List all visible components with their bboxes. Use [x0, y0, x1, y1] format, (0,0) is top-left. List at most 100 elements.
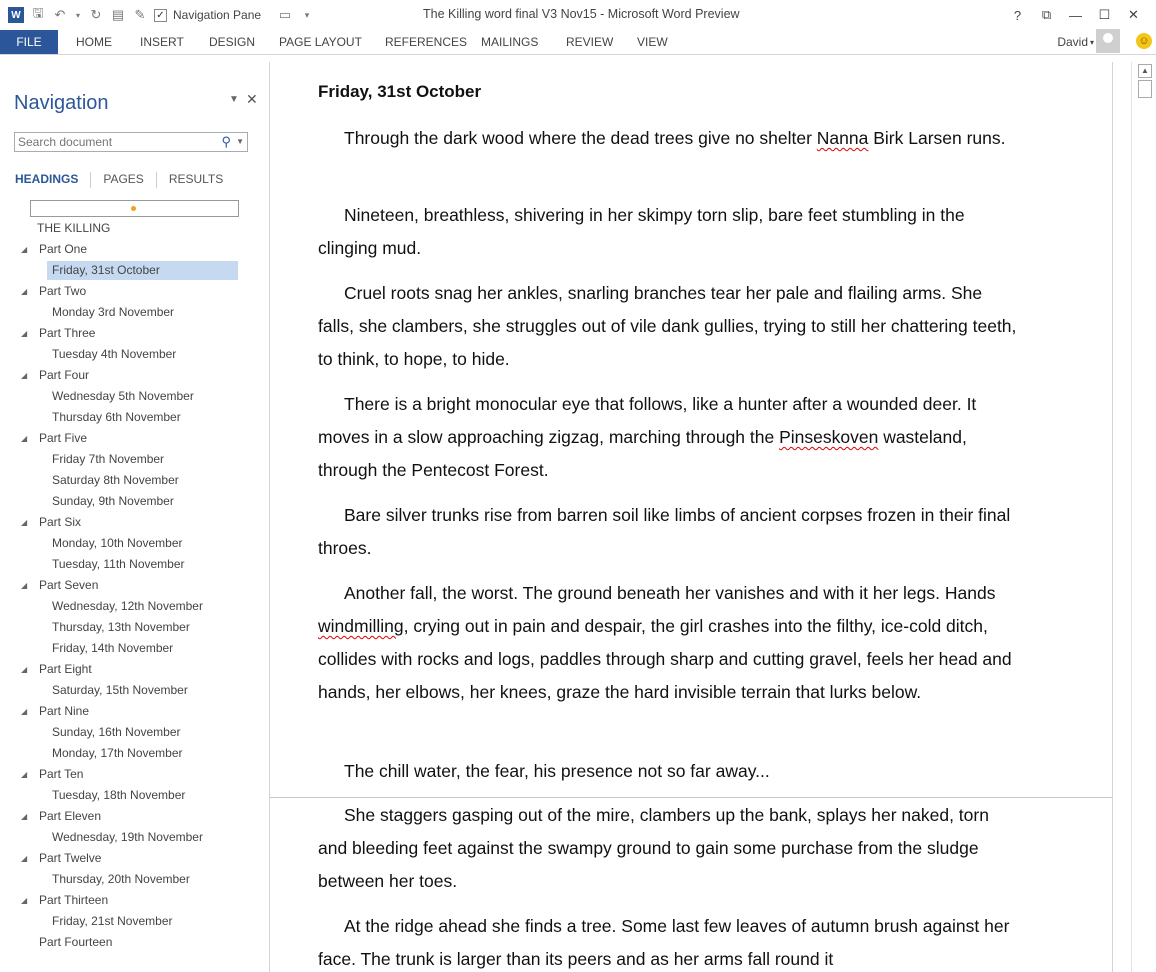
heading-date[interactable]: Monday, 17th November [52, 744, 183, 763]
tab-pages[interactable]: PAGES [103, 172, 143, 188]
minimize-button[interactable]: — [1061, 4, 1090, 26]
save-icon[interactable]: 🖫 [30, 5, 46, 23]
maximize-button[interactable]: ☐ [1090, 4, 1119, 26]
layout-icon[interactable]: ▭ [277, 7, 293, 23]
expand-triangle-icon[interactable]: ◢ [21, 702, 27, 721]
expand-triangle-icon[interactable]: ◢ [21, 807, 27, 826]
heading-date[interactable]: Friday 7th November [52, 450, 164, 469]
search-icon[interactable]: ⚲ [221, 134, 231, 150]
heading-date[interactable]: Friday, 21st November [52, 912, 173, 931]
heading-date[interactable]: Tuesday, 18th November [52, 786, 185, 805]
tab-references[interactable]: REFERENCES [385, 35, 467, 49]
tab-headings[interactable]: HEADINGS [15, 172, 78, 188]
heading-date[interactable]: Wednesday 5th November [52, 387, 194, 406]
close-icon[interactable]: ✕ [246, 91, 258, 108]
expand-triangle-icon[interactable]: ◢ [21, 891, 27, 910]
search-options-chevron-down-icon[interactable]: ▼ [236, 137, 244, 146]
page-icon[interactable]: ▤ [110, 7, 126, 23]
paragraph[interactable]: Another fall, the worst. The ground bene… [318, 577, 1018, 709]
nav-pane-checkbox[interactable]: ✓ [154, 8, 167, 22]
heading-part[interactable]: ◢ Part Five [21, 429, 87, 448]
misspelled-word[interactable]: Pinseskoven [779, 427, 878, 447]
tab-file[interactable]: FILE [0, 30, 58, 54]
heading-part[interactable]: ◢ Part Ten [21, 765, 83, 784]
heading-date[interactable]: Saturday, 15th November [52, 681, 188, 700]
heading-date[interactable]: Sunday, 16th November [52, 723, 181, 742]
expand-triangle-icon[interactable]: ◢ [21, 513, 27, 532]
close-button[interactable]: ✕ [1119, 4, 1148, 26]
heading-part[interactable]: ◢ Part Seven [21, 576, 98, 595]
tab-page-layout[interactable]: PAGE LAYOUT [279, 35, 362, 49]
heading-date[interactable]: Tuesday 4th November [52, 345, 176, 364]
expand-triangle-icon[interactable]: ◢ [21, 324, 27, 343]
heading-date[interactable]: Friday, 31st October [47, 261, 238, 280]
redo-icon[interactable]: ↻ [88, 7, 104, 23]
document-area[interactable]: Friday, 31st October Through the dark wo… [270, 62, 1112, 972]
tab-design[interactable]: DESIGN [209, 35, 255, 49]
paragraph[interactable]: She staggers gasping out of the mire, cl… [318, 799, 1018, 898]
heading-part[interactable]: ◢ Part Eight [21, 660, 92, 679]
heading-part[interactable]: ◢ Part Four [21, 366, 89, 385]
heading-date[interactable]: Wednesday, 19th November [52, 828, 203, 847]
expand-triangle-icon[interactable]: ◢ [21, 240, 27, 259]
heading-part[interactable]: ◢ Part Thirteen [21, 891, 108, 910]
vertical-scrollbar[interactable]: ▲ [1131, 62, 1156, 972]
paragraph[interactable]: At the ridge ahead she finds a tree. Som… [318, 910, 1018, 972]
new-doc-icon[interactable]: ✎ [132, 7, 148, 23]
scroll-thumb[interactable] [1138, 80, 1152, 98]
heading-part[interactable]: ◢ Part Three [21, 324, 95, 343]
undo-icon[interactable]: ↶ [52, 7, 68, 23]
user-name[interactable]: David [1057, 35, 1088, 49]
customize-icon[interactable]: ▾ [299, 7, 315, 23]
heading-date[interactable]: Monday 3rd November [52, 303, 174, 322]
heading-title[interactable]: THE KILLING [37, 219, 110, 238]
help-icon[interactable]: ? [1003, 4, 1032, 26]
paragraph[interactable]: Through the dark wood where the dead tre… [318, 122, 1018, 155]
heading-date[interactable]: Thursday, 13th November [52, 618, 190, 637]
tab-insert[interactable]: INSERT [140, 35, 184, 49]
tab-view[interactable]: VIEW [637, 35, 668, 49]
tab-results[interactable]: RESULTS [169, 172, 223, 188]
heading-part[interactable]: ◢ Part One [21, 240, 87, 259]
expand-triangle-icon[interactable]: ◢ [21, 660, 27, 679]
paragraph[interactable]: There is a bright monocular eye that fol… [318, 388, 1018, 487]
heading-date[interactable]: Thursday 6th November [52, 408, 181, 427]
expand-triangle-icon[interactable]: ◢ [21, 282, 27, 301]
chevron-down-icon[interactable]: ▾ [74, 7, 82, 23]
expand-triangle-icon[interactable]: ◢ [21, 429, 27, 448]
heading-part[interactable]: ◢ Part Nine [21, 702, 89, 721]
ribbon-display-icon[interactable]: ⧉ [1032, 4, 1061, 26]
user-chevron-down-icon[interactable]: ▾ [1090, 38, 1094, 47]
tab-review[interactable]: REVIEW [566, 35, 613, 49]
heading-date[interactable]: Thursday, 20th November [52, 870, 190, 889]
expand-triangle-icon[interactable]: ◢ [21, 366, 27, 385]
tab-home[interactable]: HOME [76, 35, 112, 49]
heading-part[interactable]: ◢ Part Eleven [21, 807, 101, 826]
misspelled-word[interactable]: windmilling [318, 616, 404, 636]
heading-part[interactable]: ◢ Part Six [21, 513, 81, 532]
feedback-smiley-icon[interactable]: ☺ [1136, 33, 1152, 49]
expand-triangle-icon[interactable]: ◢ [21, 576, 27, 595]
heading-part[interactable]: ◢ Part Two [21, 282, 86, 301]
heading-date[interactable]: Sunday, 9th November [52, 492, 174, 511]
word-logo-icon[interactable]: W [8, 7, 24, 23]
heading-date[interactable]: Friday, 14th November [52, 639, 173, 658]
heading-date[interactable]: Monday, 10th November [52, 534, 183, 553]
scroll-up-icon[interactable]: ▲ [1138, 64, 1152, 78]
paragraph[interactable]: Bare silver trunks rise from barren soil… [318, 499, 1018, 565]
expand-triangle-icon[interactable]: ◢ [21, 765, 27, 784]
heading-date[interactable]: Tuesday, 11th November [52, 555, 185, 574]
heading-part[interactable]: Part Fourteen [39, 933, 112, 952]
paragraph[interactable]: Cruel roots snag her ankles, snarling br… [318, 277, 1018, 376]
heading-date[interactable]: Saturday 8th November [52, 471, 179, 490]
paragraph[interactable]: Nineteen, breathless, shivering in her s… [318, 199, 1018, 265]
pane-options-chevron-down-icon[interactable]: ▼ [229, 94, 239, 105]
search-input[interactable] [15, 133, 221, 151]
misspelled-word[interactable]: Nanna [817, 128, 869, 148]
search-box[interactable]: ⚲ ▼ [14, 132, 248, 152]
expand-triangle-icon[interactable]: ◢ [21, 849, 27, 868]
paragraph[interactable]: The chill water, the fear, his presence … [318, 755, 1018, 788]
user-avatar[interactable] [1096, 29, 1120, 53]
heading-date[interactable]: Wednesday, 12th November [52, 597, 203, 616]
tab-mailings[interactable]: MAILINGS [481, 35, 538, 49]
